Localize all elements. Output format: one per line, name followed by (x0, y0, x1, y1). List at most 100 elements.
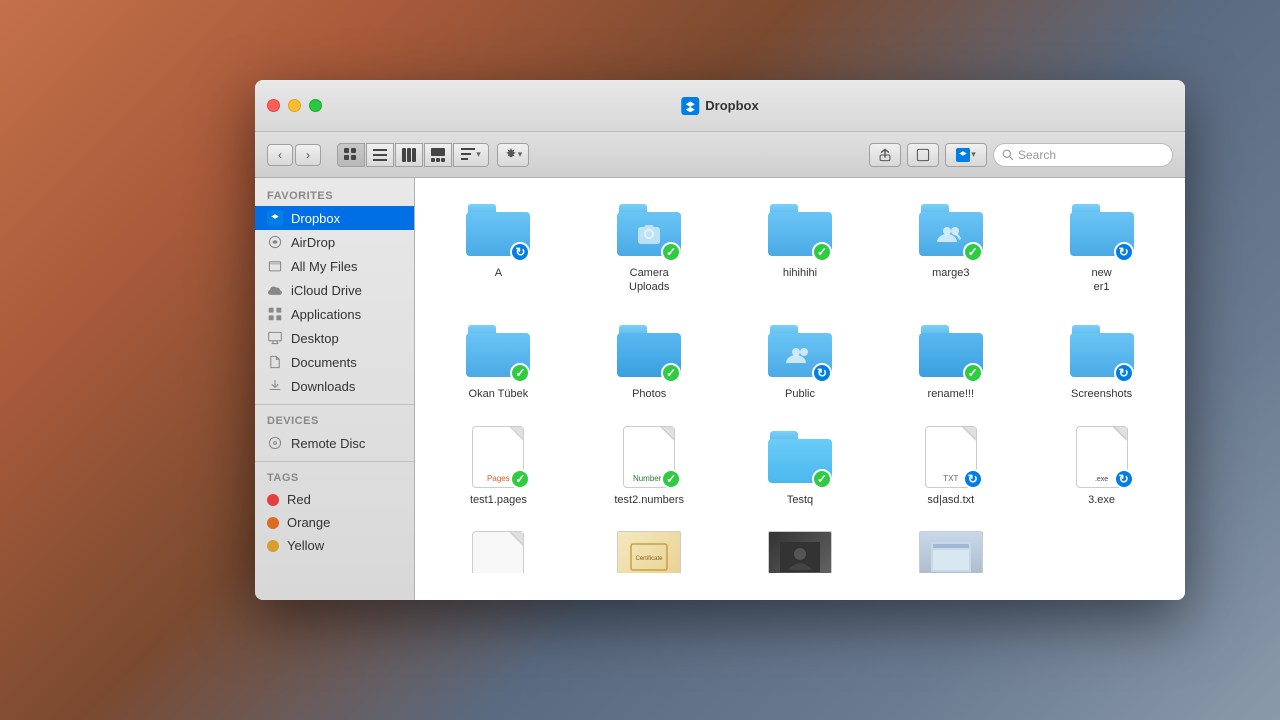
sidebar-item-tag-yellow[interactable]: Yellow (255, 534, 414, 557)
file-item[interactable]: Pages ✓ test1.pages (427, 417, 570, 515)
file-grid: ↻ A (427, 190, 1173, 573)
files-icon (267, 258, 283, 274)
tag-button[interactable] (907, 143, 939, 167)
view-list-button[interactable] (366, 143, 394, 167)
sidebar-item-desktop[interactable]: Desktop (255, 326, 414, 350)
main-content: ↻ A (415, 178, 1185, 600)
traffic-lights (267, 99, 322, 112)
file-item[interactable]: ✓ Camera Uploads (578, 190, 721, 303)
minimize-button[interactable] (288, 99, 301, 112)
disc-icon (267, 435, 283, 451)
titlebar-center: Dropbox (681, 97, 758, 115)
file-item[interactable] (879, 523, 1022, 573)
sidebar-item-dropbox[interactable]: Dropbox (255, 206, 414, 230)
file-item[interactable]: ✓ Photos (578, 311, 721, 409)
sync-badge: ✓ (661, 469, 681, 489)
content-area: FAVORITES Dropbox AirDrop (255, 178, 1185, 600)
sidebar-item-airdrop[interactable]: AirDrop (255, 230, 414, 254)
sidebar: FAVORITES Dropbox AirDrop (255, 178, 415, 600)
toolbar: ‹ › (255, 132, 1185, 178)
file-label: Camera Uploads (609, 266, 689, 295)
sidebar-item-downloads[interactable]: Downloads (255, 374, 414, 398)
file-item[interactable]: ✓ Okan Tübek (427, 311, 570, 409)
sidebar-item-label: Documents (291, 355, 357, 370)
cert-icon-wrap: Certificate (617, 531, 681, 573)
doc-icon-wrap: doc (466, 531, 530, 573)
ui-thumb (919, 531, 983, 573)
maximize-button[interactable] (309, 99, 322, 112)
file-label: hihihihi (783, 266, 817, 280)
window-title: Dropbox (705, 98, 758, 113)
file-item[interactable]: ↻ Screenshots (1030, 311, 1173, 409)
sidebar-item-documents[interactable]: Documents (255, 350, 414, 374)
file-item[interactable]: doc (427, 523, 570, 573)
sidebar-item-all-my-files[interactable]: All My Files (255, 254, 414, 278)
file-label: test2.numbers (614, 493, 684, 507)
file-label: Testq (787, 493, 813, 507)
file-label: 3.exe (1088, 493, 1115, 507)
file-label: newer1 (1092, 266, 1112, 295)
sync-badge: ✓ (661, 363, 681, 383)
sync-badge: ↻ (963, 469, 983, 489)
icloud-icon (267, 282, 283, 298)
file-item[interactable]: ↻ A (427, 190, 570, 303)
file-label: sd|asd.txt (927, 493, 974, 507)
file-item[interactable]: TXT ↻ sd|asd.txt (879, 417, 1022, 515)
share-button[interactable] (869, 143, 901, 167)
folder-icon-wrap: ↻ (466, 198, 530, 262)
file-item[interactable] (729, 523, 872, 573)
dropbox-title-icon (681, 97, 699, 115)
sidebar-item-applications[interactable]: Applications (255, 302, 414, 326)
airdrop-icon (267, 234, 283, 250)
file-item[interactable]: ↻ newer1 (1030, 190, 1173, 303)
sidebar-item-tag-orange[interactable]: Orange (255, 511, 414, 534)
orange-tag-dot (267, 517, 279, 529)
folder-icon-wrap: ↻ (768, 319, 832, 383)
file-item[interactable]: ✓ Testq (729, 417, 872, 515)
file-label: rename!!! (928, 387, 974, 401)
gear-button[interactable]: ▾ (497, 143, 529, 167)
file-item[interactable]: ✓ marge3 (879, 190, 1022, 303)
file-item[interactable]: ✓ rename!!! (879, 311, 1022, 409)
file-item[interactable]: Certificate (578, 523, 721, 573)
sync-badge: ✓ (661, 242, 681, 262)
toolbar-right: ▾ Search (869, 143, 1173, 167)
dropbox-action-button[interactable]: ▾ (945, 143, 987, 167)
folder-icon-wrap: ✓ (617, 319, 681, 383)
sidebar-divider-2 (255, 461, 414, 462)
devices-section-title: DEVICES (255, 411, 414, 431)
file-item[interactable]: Numbers ✓ test2.numbers (578, 417, 721, 515)
photo-thumb (768, 531, 832, 573)
file-label: A (495, 266, 502, 280)
sidebar-item-tag-red[interactable]: Red (255, 488, 414, 511)
sidebar-item-label: Dropbox (291, 211, 340, 226)
file-item[interactable]: .exe ↻ 3.exe (1030, 417, 1173, 515)
doc-icon-wrap: Numbers ✓ (617, 425, 681, 489)
view-arrange-button[interactable]: ▾ (453, 143, 489, 167)
view-column-button[interactable] (395, 143, 423, 167)
file-label: Photos (632, 387, 666, 401)
view-buttons: ▾ (337, 143, 489, 167)
search-placeholder: Search (1018, 148, 1056, 162)
file-label: test1.pages (470, 493, 527, 507)
search-box[interactable]: Search (993, 143, 1173, 167)
view-icon-button[interactable] (337, 143, 365, 167)
sidebar-item-icloud[interactable]: iCloud Drive (255, 278, 414, 302)
yellow-tag-dot (267, 540, 279, 552)
close-button[interactable] (267, 99, 280, 112)
file-label: marge3 (932, 266, 969, 280)
back-button[interactable]: ‹ (267, 144, 293, 166)
sidebar-item-label: Desktop (291, 331, 339, 346)
folder-icon-wrap: ↻ (1070, 319, 1134, 383)
sync-badge: ↻ (1114, 363, 1134, 383)
file-item[interactable]: ↻ Public (729, 311, 872, 409)
sidebar-item-label: All My Files (291, 259, 357, 274)
forward-button[interactable]: › (295, 144, 321, 166)
sync-badge: ✓ (963, 242, 983, 262)
sidebar-item-label: iCloud Drive (291, 283, 362, 298)
view-cover-button[interactable] (424, 143, 452, 167)
tags-section-title: TAGS (255, 468, 414, 488)
folder-icon-wrap: ✓ (919, 319, 983, 383)
sidebar-item-remote-disc[interactable]: Remote Disc (255, 431, 414, 455)
file-item[interactable]: ✓ hihihihi (729, 190, 872, 303)
